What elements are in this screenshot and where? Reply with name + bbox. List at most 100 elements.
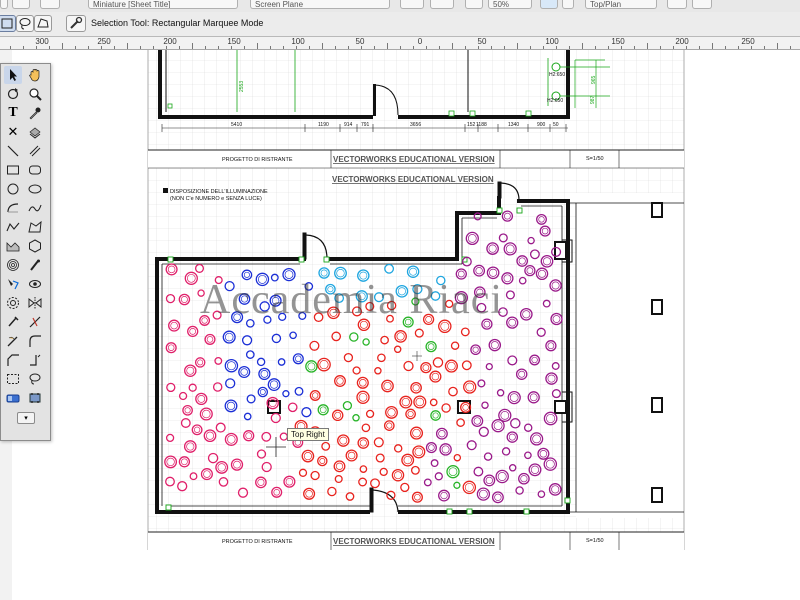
dropdown-icon[interactable] [0,0,8,9]
oval-icon[interactable] [26,180,44,198]
rectangle-icon[interactable] [4,161,22,179]
attribute-mapping-icon[interactable] [26,123,44,141]
dim-label-2: 914 [344,122,353,128]
trim-icon[interactable] [4,332,22,350]
plane-toggle-icon[interactable] [430,0,454,9]
ruler-tick [491,46,492,49]
back-icon[interactable] [40,0,60,9]
ruler-tick [699,46,700,49]
lasso-mode-button[interactable] [16,15,34,32]
right-dim-4: 987 [590,95,596,104]
lasso-mode-icon [19,18,31,30]
ruler-tick [569,46,570,49]
standard-view-icon[interactable] [692,0,712,9]
watermark: Accademia Riaci [200,277,504,323]
line-icon[interactable] [4,142,22,160]
zoom-selector[interactable]: 50% [488,0,532,9]
exterior-area [576,193,684,518]
tool-hint-text: Selection Tool: Rectangular Marquee Mode [91,18,264,28]
ruler-tick [387,43,388,49]
view-selector[interactable]: Top/Plan [585,0,657,9]
reshape-icon[interactable] [4,275,22,293]
rectangular-marquee-mode-button[interactable] [0,15,16,32]
ruler-tick [621,46,622,49]
rotate-view-icon[interactable] [4,85,22,103]
stamp-icon[interactable] [26,389,44,407]
double-line-polygon-icon[interactable] [4,237,22,255]
ruler-tick [231,46,232,49]
ruler-tick [361,46,362,49]
pan-hand-icon[interactable] [26,66,44,84]
right-dim-2: 965 [591,75,597,84]
mirror-icon[interactable] [26,294,44,312]
locus-icon[interactable]: ✕ [4,123,22,141]
polygon-mode-icon [37,18,49,28]
dim-label-4: 3656 [410,122,421,128]
render-dropdown-icon[interactable] [562,0,574,9]
ruler-tick [218,46,219,49]
rounded-rectangle-icon[interactable] [26,161,44,179]
view-icon[interactable] [12,0,30,9]
spiral-icon[interactable] [4,256,22,274]
ruler-tick [413,46,414,49]
connect-icon[interactable] [26,351,44,369]
ruler-tick [114,46,115,49]
ruler-tick [595,46,596,49]
fillet-icon[interactable] [26,332,44,350]
selection-arrow-icon[interactable] [4,66,22,84]
ruler-tick [660,46,661,49]
dim-label-3: 791 [361,122,370,128]
right-dim-3: H2:650 [547,98,563,104]
ruler-tick [751,46,752,49]
dim-label-9: 50 [553,122,559,128]
visibility-icon[interactable] [26,256,44,274]
plane-selector[interactable]: Screen Plane [250,0,390,9]
right-dim-1: H2:650 [549,72,565,78]
offset-icon[interactable] [4,294,22,312]
layer-selector[interactable]: Miniature [Sheet Title] [88,0,238,9]
ruler-label: 200 [163,37,177,46]
text-icon[interactable]: T [4,104,22,122]
polyline-icon[interactable] [4,218,22,236]
ruler-tick [23,46,24,49]
ruler-label: 50 [477,37,487,46]
drawing-canvas[interactable]: 2553 H2:650 965 H2:650 987 5410 1190 914… [12,50,800,600]
clip-icon[interactable] [4,313,22,331]
render-mode-icon[interactable] [540,0,558,9]
ruler-label: 200 [675,37,689,46]
double-line-icon[interactable] [26,142,44,160]
preferences-button[interactable] [66,15,86,32]
ruler-tick [465,46,466,49]
ruler-tick [101,46,102,49]
chamfer-icon[interactable] [4,351,22,369]
regular-polygon-icon[interactable] [26,237,44,255]
view-option-icon[interactable] [667,0,687,9]
legend-marker [163,188,168,193]
polygon-mode-button[interactable] [34,15,52,32]
ruler-label: 300 [35,37,49,46]
lasso-icon[interactable] [26,370,44,388]
zoom-icon[interactable] [26,85,44,103]
flyover-icon[interactable] [26,275,44,293]
ruler-tick [712,43,713,49]
horizontal-ruler[interactable]: 300 250 200 150 100 50 0 50 100 150 200 250 [0,37,800,50]
ruler-tick [504,46,505,49]
split-icon[interactable] [26,313,44,331]
circle-icon[interactable] [4,180,22,198]
marquee-icon[interactable] [4,370,22,388]
eraser-icon[interactable] [4,389,22,407]
ruler-tick [673,46,674,49]
arc-icon[interactable] [4,199,22,217]
dropdown-icon[interactable]: ▾ [17,412,35,424]
polygon-icon[interactable] [26,218,44,236]
plane-option-icon[interactable] [400,0,424,9]
eyedropper-icon[interactable] [26,104,44,122]
ruler-tick [790,46,791,49]
ruler-tick [725,46,726,49]
ruler-tick [530,46,531,49]
title-block-lower: PROGETTO DI RISTRANTE VECTORWORKS EDUCAT… [148,531,684,550]
snap-tooltip: Top Right [287,428,329,441]
freehand-icon[interactable] [26,199,44,217]
title-block-project: PROGETTO DI RISTRANTE [222,157,293,163]
zoom-out-icon[interactable] [465,0,483,9]
